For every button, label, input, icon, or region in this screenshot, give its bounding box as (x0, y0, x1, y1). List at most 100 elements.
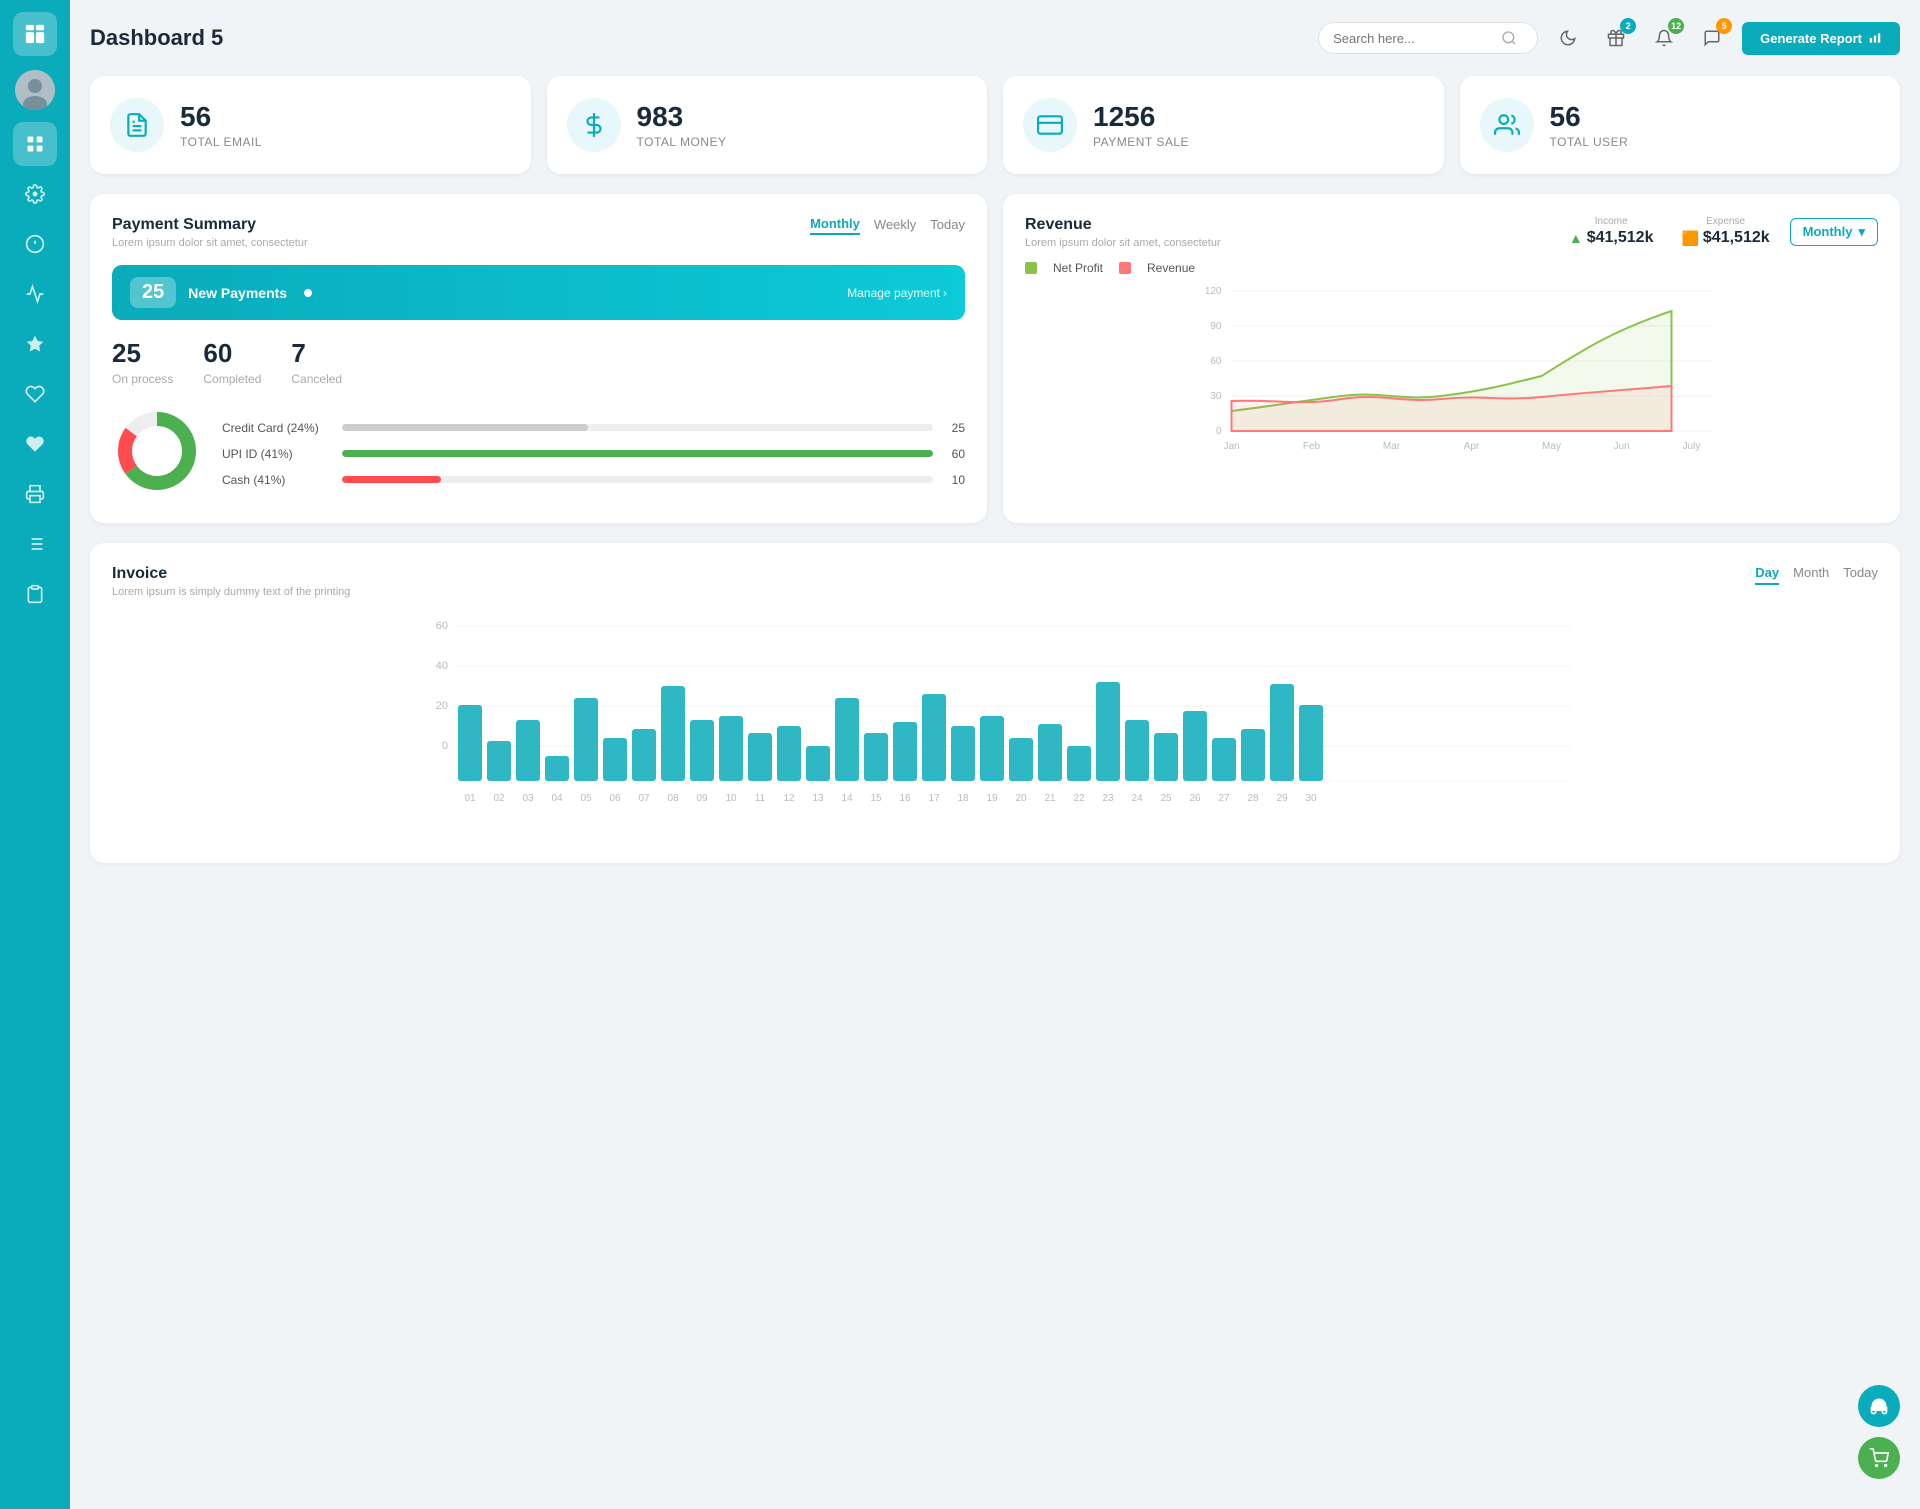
svg-text:40: 40 (436, 660, 448, 672)
money-icon (567, 98, 621, 152)
stat-card-email: 56 TOTAL EMAIL (90, 76, 531, 174)
dark-mode-button[interactable] (1550, 20, 1586, 56)
sidebar-item-heart-outline[interactable] (13, 372, 57, 416)
stat-num-email: 56 (180, 101, 262, 133)
progress-fill-cc (342, 424, 588, 431)
svg-text:13: 13 (812, 793, 824, 804)
invoice-chart-container: 60 40 20 0 (112, 616, 1878, 841)
stats-row: 56 TOTAL EMAIL 983 TOTAL MONEY (90, 76, 1900, 174)
sidebar-item-printer[interactable] (13, 472, 57, 516)
progress-val-cash: 10 (943, 473, 965, 487)
chart-bar-icon (1868, 31, 1882, 45)
expense-item: Expense 🟧 $41,512k (1681, 216, 1769, 247)
invoice-subtitle: Lorem ipsum is simply dummy text of the … (112, 586, 350, 598)
cart-button[interactable] (1858, 1437, 1900, 1479)
manage-payment-link[interactable]: Manage payment › (847, 286, 947, 300)
revenue-legend-dot (1119, 262, 1131, 274)
sidebar-item-star[interactable] (13, 322, 57, 366)
progress-item-upi: UPI ID (41%) 60 (222, 447, 965, 461)
svg-text:01: 01 (464, 793, 476, 804)
svg-text:08: 08 (667, 793, 679, 804)
revenue-title: Revenue (1025, 216, 1221, 234)
inv-tab-today[interactable]: Today (1843, 565, 1878, 585)
new-payments-label: New Payments (188, 285, 287, 301)
svg-text:19: 19 (986, 793, 998, 804)
svg-text:11: 11 (755, 793, 766, 804)
sidebar-item-heart-filled[interactable] (13, 422, 57, 466)
income-val: ▲ $41,512k (1569, 229, 1654, 247)
stat-completed: 60 Completed (203, 338, 261, 386)
headset-button[interactable] (1858, 1385, 1900, 1427)
chat-button[interactable]: 5 (1694, 20, 1730, 56)
sidebar-item-settings[interactable] (13, 172, 57, 216)
stat-canceled: 7 Canceled (291, 338, 342, 386)
inv-tab-month[interactable]: Month (1793, 565, 1829, 585)
progress-val-upi: 60 (943, 447, 965, 461)
sidebar-item-info[interactable] (13, 222, 57, 266)
stat-on-process: 25 On process (112, 338, 173, 386)
new-payments-count: 25 (130, 277, 176, 308)
svg-text:30: 30 (1305, 793, 1317, 804)
user-icon (1480, 98, 1534, 152)
income-arrow-icon: ▲ (1569, 230, 1583, 246)
sidebar-item-list[interactable] (13, 522, 57, 566)
progress-label-cash: Cash (41%) (222, 473, 332, 487)
sidebar-item-clipboard[interactable] (13, 572, 57, 616)
area-chart-svg: 120 90 60 30 0 Jan Feb Mar Apr May Jun (1025, 281, 1878, 481)
svg-text:06: 06 (609, 793, 621, 804)
monthly-dropdown[interactable]: Monthly ▾ (1790, 218, 1878, 246)
svg-text:20: 20 (436, 700, 448, 712)
svg-text:120: 120 (1205, 286, 1222, 297)
payment-chart-area: Credit Card (24%) 25 UPI ID (41%) 60 (112, 406, 965, 501)
revenue-legend-label: Revenue (1147, 261, 1195, 275)
payment-card-header: Payment Summary Lorem ipsum dolor sit am… (112, 216, 965, 249)
stat-num-money: 983 (637, 101, 727, 133)
progress-track-cash (342, 476, 933, 483)
main-content: Dashboard 5 2 (70, 0, 1920, 1509)
income-label: Income (1569, 216, 1654, 227)
svg-text:Mar: Mar (1383, 441, 1401, 452)
sidebar-item-dashboard[interactable] (13, 122, 57, 166)
svg-text:Jun: Jun (1613, 441, 1629, 452)
stat-num-user: 56 (1550, 101, 1629, 133)
svg-text:Jan: Jan (1223, 441, 1239, 452)
tab-monthly[interactable]: Monthly (810, 216, 860, 235)
svg-text:16: 16 (899, 793, 911, 804)
payment-title: Payment Summary (112, 216, 308, 234)
svg-text:28: 28 (1247, 793, 1259, 804)
sidebar-item-chart[interactable] (13, 272, 57, 316)
stat-info-money: 983 TOTAL MONEY (637, 101, 727, 149)
header-right: 2 12 5 Generate Report (1318, 20, 1900, 56)
stat-num-payment: 1256 (1093, 101, 1189, 133)
progress-label-upi: UPI ID (41%) (222, 447, 332, 461)
avatar[interactable] (15, 70, 55, 110)
income-expense: Income ▲ $41,512k Expense 🟧 $41,512k (1569, 216, 1770, 247)
payment-summary-card: Payment Summary Lorem ipsum dolor sit am… (90, 194, 987, 523)
revenue-subtitle: Lorem ipsum dolor sit amet, consectetur (1025, 237, 1221, 249)
gift-button[interactable]: 2 (1598, 20, 1634, 56)
new-payments-left: 25 New Payments (130, 277, 312, 308)
search-input[interactable] (1333, 31, 1493, 46)
tab-today[interactable]: Today (930, 217, 965, 234)
net-profit-legend-label: Net Profit (1053, 261, 1103, 275)
donut-chart (112, 406, 202, 501)
dashboard-grid: Payment Summary Lorem ipsum dolor sit am… (90, 194, 1900, 523)
search-bar (1318, 22, 1538, 54)
invoice-title-group: Invoice Lorem ipsum is simply dummy text… (112, 565, 350, 598)
revenue-header: Revenue Lorem ipsum dolor sit amet, cons… (1025, 216, 1878, 249)
progress-item-cc: Credit Card (24%) 25 (222, 421, 965, 435)
revenue-chart: 120 90 60 30 0 Jan Feb Mar Apr May Jun (1025, 281, 1878, 486)
inv-tab-day[interactable]: Day (1755, 565, 1779, 585)
svg-text:23: 23 (1102, 793, 1114, 804)
bell-button[interactable]: 12 (1646, 20, 1682, 56)
svg-text:03: 03 (522, 793, 534, 804)
progress-track-cc (342, 424, 933, 431)
invoice-bar-chart: 60 40 20 0 (112, 616, 1878, 836)
svg-text:05: 05 (580, 793, 592, 804)
chevron-down-icon: ▾ (1858, 224, 1865, 240)
tab-weekly[interactable]: Weekly (874, 217, 916, 234)
online-dot (304, 289, 312, 297)
generate-report-button[interactable]: Generate Report (1742, 22, 1900, 55)
gift-badge: 2 (1620, 18, 1636, 34)
moon-icon (1559, 29, 1577, 47)
